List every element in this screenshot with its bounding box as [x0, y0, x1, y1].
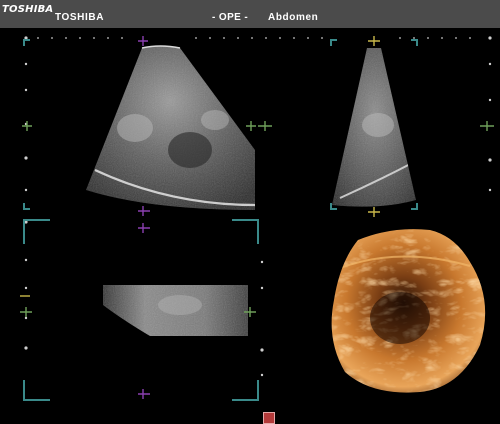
pane-c-bmode	[103, 285, 248, 336]
pane-a-bmode	[86, 46, 255, 210]
ultrasound-quad-view	[0, 28, 500, 424]
operation-mode-label: - OPE -	[212, 12, 249, 23]
title-bar: TOSHIBA TOSHIBA - OPE - Abdomen	[0, 0, 500, 28]
top-scale-line	[37, 37, 471, 39]
pane-d-3d-render	[331, 229, 486, 393]
exam-preset-label[interactable]: Abdomen	[268, 12, 318, 23]
pane-b-bmode	[332, 48, 416, 207]
brand-label: TOSHIBA	[55, 12, 105, 23]
color-swatch-icon[interactable]	[263, 412, 275, 424]
manufacturer-logo: TOSHIBA	[2, 4, 54, 15]
